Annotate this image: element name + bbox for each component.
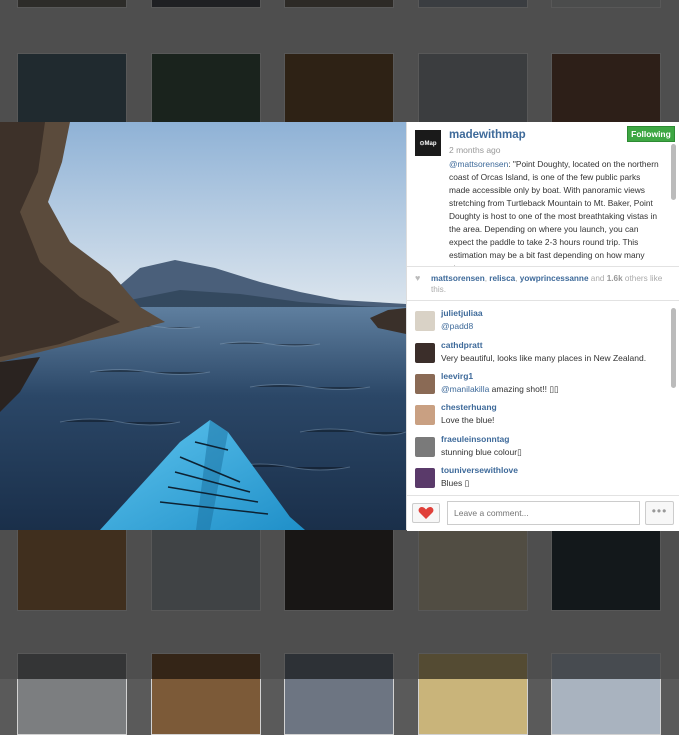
comment-body: amazing shot!! ▯▯ bbox=[489, 384, 559, 394]
post-username[interactable]: madewithmap bbox=[449, 129, 526, 141]
comment-footer: ••• bbox=[407, 495, 679, 531]
avatar[interactable] bbox=[415, 343, 435, 363]
photo-modal: ⊙Map madewithmap 2 months ago Following … bbox=[0, 122, 679, 531]
comment-input[interactable] bbox=[447, 501, 640, 525]
likes-and: and bbox=[588, 274, 607, 283]
comment-text: stunning blue colour▯ bbox=[441, 447, 522, 458]
post-timestamp: 2 months ago bbox=[449, 145, 501, 155]
avatar[interactable] bbox=[415, 468, 435, 488]
comment-text: Blues ▯ bbox=[441, 478, 469, 489]
kayak-scene-image bbox=[0, 122, 406, 530]
comment-text: @padd8 bbox=[441, 321, 473, 331]
list-item: cathdpratt Very beautiful, looks like ma… bbox=[415, 340, 665, 370]
avatar[interactable] bbox=[415, 374, 435, 394]
comment-body: Love the blue! bbox=[441, 415, 495, 425]
comment-body: stunning blue colour▯ bbox=[441, 447, 522, 457]
comment-text: Very beautiful, looks like many places i… bbox=[441, 353, 646, 363]
post-header: ⊙Map madewithmap 2 months ago Following … bbox=[407, 122, 679, 267]
comment-text: @manilakilla amazing shot!! ▯▯ bbox=[441, 384, 559, 395]
heart-icon bbox=[418, 506, 434, 519]
comment-body: Very beautiful, looks like many places i… bbox=[441, 353, 647, 363]
comment-username[interactable]: chesterhuang bbox=[441, 402, 497, 412]
like-user-link[interactable]: relisca bbox=[489, 274, 515, 283]
list-item: chesterhuang Love the blue! bbox=[415, 402, 665, 432]
user-avatar[interactable]: ⊙Map bbox=[415, 130, 441, 156]
comment-mention[interactable]: @manilakilla bbox=[441, 384, 489, 394]
comment-username[interactable]: leevirg1 bbox=[441, 371, 473, 381]
list-item: touniversewithlove Blues ▯ bbox=[415, 465, 665, 492]
comments-list: julietjuliaa @padd8 cathdpratt Very beau… bbox=[407, 302, 679, 492]
list-item: julietjuliaa @padd8 bbox=[415, 308, 665, 338]
avatar[interactable] bbox=[415, 437, 435, 457]
caption-mention[interactable]: @mattsorensen bbox=[449, 159, 508, 169]
caption-text: : "Point Doughty, located on the norther… bbox=[449, 159, 659, 266]
avatar[interactable] bbox=[415, 405, 435, 425]
like-button[interactable] bbox=[412, 503, 440, 523]
more-options-button[interactable]: ••• bbox=[645, 501, 674, 525]
list-item: leevirg1 @manilakilla amazing shot!! ▯▯ bbox=[415, 371, 665, 401]
comment-username[interactable]: fraeuleinsonntag bbox=[441, 434, 509, 444]
post-caption: @mattsorensen: "Point Doughty, located o… bbox=[449, 158, 663, 266]
comment-body: Blues ▯ bbox=[441, 478, 470, 488]
post-sidebar: ⊙Map madewithmap 2 months ago Following … bbox=[406, 122, 679, 531]
heart-icon: ♥ bbox=[415, 273, 421, 283]
like-user-link[interactable]: mattsorensen bbox=[431, 274, 485, 283]
avatar[interactable] bbox=[415, 311, 435, 331]
comment-mention[interactable]: @padd8 bbox=[441, 321, 473, 331]
post-photo bbox=[0, 122, 406, 530]
like-user-link[interactable]: yowprincessanne bbox=[520, 274, 589, 283]
comment-username[interactable]: julietjuliaa bbox=[441, 308, 483, 318]
list-item: fraeuleinsonntag stunning blue colour▯ bbox=[415, 434, 665, 464]
following-button[interactable]: Following bbox=[627, 126, 675, 142]
caption-scrollbar[interactable] bbox=[671, 144, 676, 200]
comment-username[interactable]: touniversewithlove bbox=[441, 465, 518, 475]
comment-text: Love the blue! bbox=[441, 415, 494, 425]
likes-count[interactable]: 1.6k bbox=[607, 274, 623, 283]
likes-summary: ♥ mattsorensen, relisca, yowprincessanne… bbox=[407, 267, 679, 301]
comments-scrollbar[interactable] bbox=[671, 308, 676, 388]
comment-username[interactable]: cathdpratt bbox=[441, 340, 483, 350]
